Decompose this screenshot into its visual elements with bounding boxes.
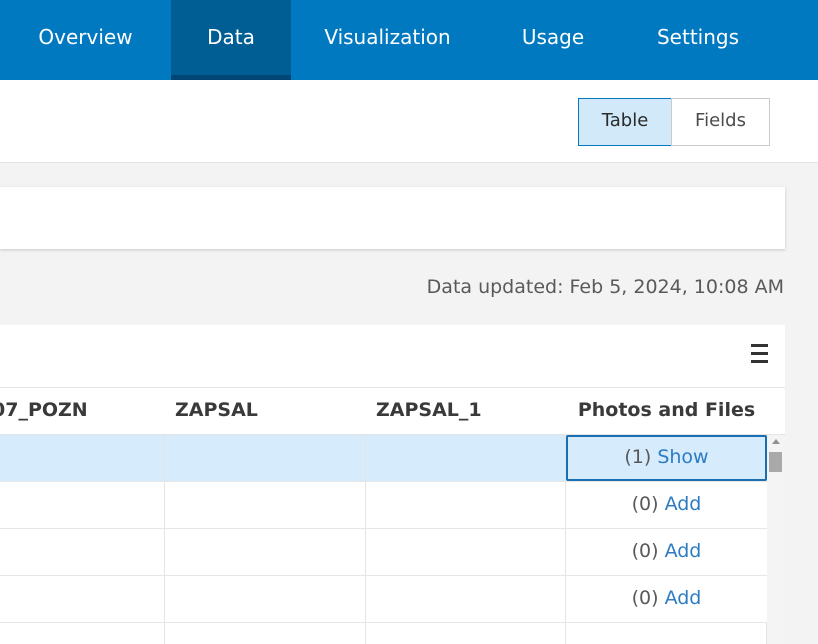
cell-photos-and-files[interactable]: (0) Add xyxy=(566,482,767,528)
attribute-table: 07_POZN ZAPSAL ZAPSAL_1 Photos and Files… xyxy=(0,325,785,644)
cell-zapsal-1 xyxy=(366,576,566,622)
cell-photos-and-files[interactable]: (0) Add xyxy=(566,576,767,622)
table-header: 07_POZN ZAPSAL ZAPSAL_1 Photos and Files xyxy=(0,387,785,435)
table-row[interactable]: (0) Add xyxy=(0,482,767,529)
column-header-zapsal[interactable]: ZAPSAL xyxy=(175,388,355,434)
cell-zapsal-1 xyxy=(366,435,566,481)
cell-07-pozn xyxy=(0,529,165,575)
data-updated-timestamp: Data updated: Feb 5, 2024, 10:08 AM xyxy=(426,276,784,298)
column-header-07-pozn[interactable]: 07_POZN xyxy=(0,388,162,434)
column-header-photos-and-files[interactable]: Photos and Files xyxy=(566,388,767,434)
cell-zapsal xyxy=(165,482,366,528)
table-row[interactable]: (1) Show xyxy=(0,435,767,482)
cell-07-pozn xyxy=(0,482,165,528)
cell-zapsal xyxy=(165,529,366,575)
tab-settings[interactable]: Settings xyxy=(622,0,774,80)
attachment-count: (1) xyxy=(624,446,658,468)
search-card[interactable] xyxy=(0,187,785,249)
column-header-zapsal-1[interactable]: ZAPSAL_1 xyxy=(376,388,556,434)
table-row[interactable]: (0) Add xyxy=(0,529,767,576)
cell-07-pozn xyxy=(0,435,165,481)
cell-zapsal xyxy=(165,435,366,481)
table-view-button[interactable]: Table xyxy=(578,98,672,146)
table-scrollbar[interactable] xyxy=(767,435,785,644)
tab-usage[interactable]: Usage xyxy=(484,0,622,80)
cell-photos-and-files[interactable]: (1) Show xyxy=(566,435,767,481)
add-attachment-link[interactable]: Add xyxy=(665,587,702,609)
table-options-menu-icon[interactable] xyxy=(751,344,769,364)
cell-zapsal xyxy=(165,576,366,622)
add-attachment-link[interactable]: Add xyxy=(665,540,702,562)
fields-view-button[interactable]: Fields xyxy=(671,98,770,146)
scroll-up-arrow-icon[interactable] xyxy=(772,439,780,444)
tab-visualization[interactable]: Visualization xyxy=(291,0,484,80)
tab-data[interactable]: Data xyxy=(171,0,291,80)
data-toolbar: Table Fields xyxy=(0,80,818,163)
scrollbar-thumb[interactable] xyxy=(769,452,782,472)
cell-zapsal xyxy=(165,623,366,644)
attachment-count: (0) xyxy=(631,587,665,609)
attachment-count: (0) xyxy=(631,493,665,515)
cell-zapsal-1 xyxy=(366,529,566,575)
show-attachments-link[interactable]: Show xyxy=(657,446,708,468)
table-row[interactable] xyxy=(0,623,767,644)
add-attachment-link[interactable]: Add xyxy=(665,493,702,515)
attachment-count: (0) xyxy=(631,540,665,562)
cell-zapsal-1 xyxy=(366,482,566,528)
tab-overview[interactable]: Overview xyxy=(0,0,171,80)
cell-photos-and-files[interactable] xyxy=(566,623,767,644)
cell-photos-and-files[interactable]: (0) Add xyxy=(566,529,767,575)
cell-zapsal-1 xyxy=(366,623,566,644)
top-navigation: Overview Data Visualization Usage Settin… xyxy=(0,0,818,80)
table-row[interactable]: (0) Add xyxy=(0,576,767,623)
cell-07-pozn xyxy=(0,623,165,644)
cell-07-pozn xyxy=(0,576,165,622)
